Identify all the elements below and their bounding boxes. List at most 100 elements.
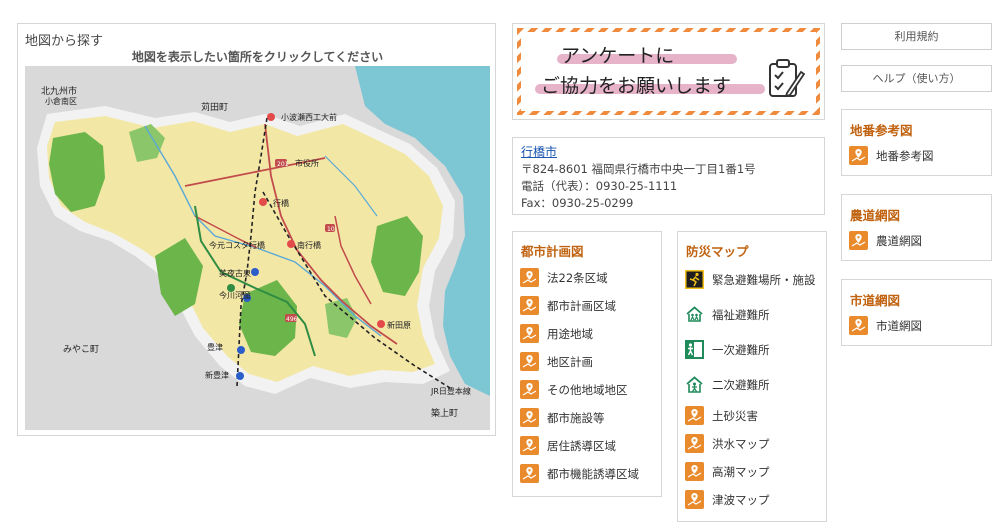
city-road-box: 市道網図 市道網図 (841, 279, 992, 346)
disaster-map-box: 防災マップ 緊急避難場所・施設 福祉避難所一次避難所二次避難所土砂災害洪水マップ高… (677, 231, 827, 522)
city-plan-item-label: 用途地域 (547, 326, 593, 341)
map-pin-icon (520, 464, 539, 483)
survey-banner[interactable]: アンケートに ご協力をお願いします (512, 23, 825, 120)
map-pin-icon (685, 434, 704, 453)
disaster-map-item[interactable]: 津波マップ (685, 490, 770, 509)
disaster-map-item[interactable]: 一次避難所 (685, 340, 770, 359)
map-pin-icon (685, 406, 704, 425)
city-info: 行橋市 〒824-8601 福岡県行橋市中央一丁目1番1号 電話（代表）：093… (512, 137, 825, 215)
svg-text:496: 496 (286, 316, 298, 323)
lot-map-box: 地番参考図 地番参考図 (841, 109, 992, 176)
map-pin-icon (520, 408, 539, 427)
city-plan-item[interactable]: 都市機能誘導区域 (520, 464, 639, 483)
city-plan-item[interactable]: 地区計画 (520, 352, 593, 371)
map-panel: 地図から探す 地図を表示したい箇所をクリックしてください 201 10 496 … (17, 23, 496, 436)
svg-text:小波瀬西工大前: 小波瀬西工大前 (281, 112, 337, 122)
city-plan-item[interactable]: 都市計画区域 (520, 296, 616, 315)
city-map[interactable]: 201 10 496 北九州市 小倉南区 苅田町 小波瀬西工大前 市役所 行橋 … (25, 66, 490, 430)
disaster-map-item-label: 福祉避難所 (712, 307, 770, 322)
city-plan-item-label: 都市計画区域 (547, 298, 616, 313)
city-plan-item[interactable]: 用途地域 (520, 324, 593, 343)
city-plan-title: 都市計画図 (521, 244, 584, 259)
map-pin-icon (849, 231, 868, 250)
map-pin-icon (520, 352, 539, 371)
svg-text:新田原: 新田原 (387, 320, 411, 330)
disaster-map-item-label: 緊急避難場所・施設 (712, 272, 816, 287)
svg-text:豊津: 豊津 (207, 342, 223, 352)
city-plan-item[interactable]: 法22条区域 (520, 268, 608, 287)
city-road-title: 市道網図 (850, 293, 901, 308)
svg-text:10: 10 (327, 226, 335, 233)
map-pin-icon (520, 380, 539, 399)
city-road-item[interactable]: 市道網図 (849, 316, 922, 335)
map-pin-icon (520, 268, 539, 287)
map-panel-heading: 地図から探す (25, 34, 104, 49)
svg-text:行橋: 行橋 (273, 198, 289, 208)
farm-road-item[interactable]: 農道網図 (849, 231, 922, 250)
svg-text:築上町: 築上町 (431, 407, 458, 419)
farm-road-box: 農道網図 農道網図 (841, 194, 992, 261)
svg-text:みやこ町: みやこ町 (63, 344, 99, 355)
disaster-map-item[interactable]: 洪水マップ (685, 434, 770, 453)
svg-text:北九州市: 北九州市 (41, 85, 77, 97)
city-plan-item[interactable]: その他地域地区 (520, 380, 628, 399)
disaster-map-item-label: 土砂災害 (712, 408, 758, 423)
disaster-map-item-label: 一次避難所 (712, 342, 770, 357)
emergency-evacuation-icon (685, 270, 704, 289)
lot-map-title: 地番参考図 (850, 123, 913, 138)
city-fax: Fax：0930-25-0299 (521, 196, 634, 210)
lot-map-item-label: 地番参考図 (876, 148, 934, 163)
city-phone: 電話（代表）：0930-25-1111 (521, 179, 678, 193)
city-plan-item[interactable]: 居住誘導区域 (520, 436, 616, 455)
svg-text:南行橋: 南行橋 (297, 240, 321, 250)
disaster-map-item[interactable]: 福祉避難所 (685, 305, 770, 324)
banner-line-1: アンケートに (561, 45, 675, 67)
disaster-map-item-label: 洪水マップ (712, 436, 770, 451)
city-plan-item-label: その他地域地区 (547, 382, 628, 397)
city-plan-item-label: 都市施設等 (547, 410, 605, 425)
svg-text:JR日豊本線: JR日豊本線 (430, 386, 471, 396)
clipboard-icon (769, 59, 805, 98)
lot-map-item[interactable]: 地番参考図 (849, 146, 934, 165)
disaster-map-item[interactable]: 高潮マップ (685, 462, 770, 481)
svg-text:今川河童: 今川河童 (219, 290, 251, 300)
svg-text:201: 201 (277, 161, 289, 168)
disaster-map-item-label: 津波マップ (712, 492, 770, 507)
map-pin-icon (685, 490, 704, 509)
map-pin-icon (849, 146, 868, 165)
disaster-map-item-label: 高潮マップ (712, 464, 770, 479)
svg-text:小倉南区: 小倉南区 (45, 96, 77, 106)
farm-road-item-label: 農道網図 (876, 233, 922, 248)
city-plan-item-label: 都市機能誘導区域 (547, 466, 639, 481)
map-instruction: 地図を表示したい箇所をクリックしてください (131, 50, 384, 64)
disaster-map-title: 防災マップ (686, 244, 749, 259)
banner-line-2: ご協力をお願いします (541, 75, 732, 97)
map-pin-icon (685, 462, 704, 481)
farm-road-title: 農道網図 (850, 208, 901, 223)
help-button[interactable]: ヘルプ（使い方） (841, 65, 992, 92)
svg-text:美夜古泉: 美夜古泉 (219, 268, 251, 278)
svg-text:新豊津: 新豊津 (205, 370, 229, 380)
svg-text:苅田町: 苅田町 (201, 101, 228, 113)
city-plan-box: 都市計画図 法22条区域 都市計画区域 用途地域地区計画その他地域地区 都市施設等居住… (512, 231, 662, 497)
city-plan-item-label: 地区計画 (547, 354, 593, 369)
map-pin-icon (520, 296, 539, 315)
svg-text:市役所: 市役所 (295, 158, 319, 168)
map-pin-icon (520, 324, 539, 343)
welfare-shelter-icon (685, 305, 704, 324)
secondary-shelter-icon (685, 375, 704, 394)
disaster-map-item[interactable]: 二次避難所 (685, 375, 770, 394)
svg-text:今元コスタ行橋: 今元コスタ行橋 (209, 240, 265, 250)
city-plan-item-label: 居住誘導区域 (547, 438, 616, 453)
city-plan-item-label: 法22条区域 (547, 270, 608, 285)
primary-shelter-icon (685, 340, 704, 359)
disaster-map-item[interactable]: 緊急避難場所・施設 (685, 270, 816, 289)
city-address: 〒824-8601 福岡県行橋市中央一丁目1番1号 (521, 162, 756, 176)
city-homepage-link[interactable]: 行橋市 (521, 144, 816, 161)
map-pin-icon (849, 316, 868, 335)
disaster-map-item[interactable]: 土砂災害 (685, 406, 758, 425)
city-road-item-label: 市道網図 (876, 318, 922, 333)
terms-button[interactable]: 利用規約 (841, 23, 992, 50)
map-pin-icon (520, 436, 539, 455)
city-plan-item[interactable]: 都市施設等 (520, 408, 605, 427)
